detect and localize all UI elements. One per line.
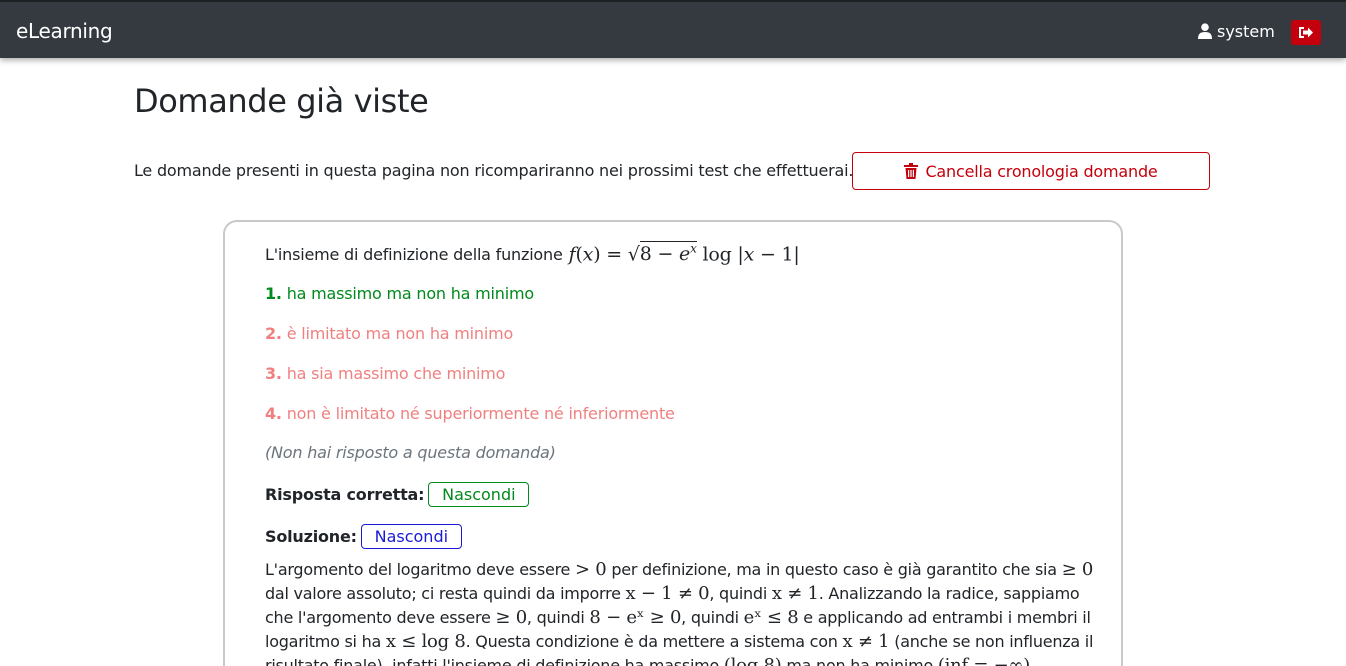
solution-label: Soluzione: [265,527,357,546]
solution-text: L'argomento del logaritmo deve essere > … [265,558,1095,666]
user-name: system [1217,21,1275,41]
no-answer-note: (Non hai risposto a questa domanda) [265,443,556,462]
solution-segment: dal valore assoluto; ci resta quindi da … [265,584,621,603]
correct-answer-label: Risposta corretta: [265,485,425,504]
brand-link[interactable]: eLearning [16,19,113,43]
math-expression: 8 − eˣ ≥ 0 [589,607,682,628]
math-expression: x − 1 ≠ 0 [625,583,710,604]
question-text: L'insieme di definizione della funzione … [265,241,800,266]
math-expression: x ≤ log 8 [385,631,466,652]
math-expression: eˣ ≤ 8 [743,607,799,628]
option-number: 1. [265,284,282,303]
logout-button[interactable] [1291,20,1321,45]
answer-option-1: 1. ha massimo ma non ha minimo [265,284,534,303]
math-expression: > 0 [574,559,607,580]
answer-option-4: 4. non è limitato né superiormente né in… [265,404,675,423]
clear-history-button[interactable]: Cancella cronologia domande [852,152,1210,190]
trash-icon [904,163,919,179]
solution-segment: , quindi [526,608,585,627]
solution-segment: L'argomento del logaritmo deve essere [265,560,571,579]
solution-row: Soluzione: Nascondi [265,524,462,549]
answer-option-3: 3. ha sia massimo che minimo [265,364,505,383]
solution-segment: per definizione, ma in questo caso è già… [611,560,1057,579]
math-expression: x ≠ 1 [771,583,819,604]
correct-answer-row: Risposta corretta: Nascondi [265,482,530,507]
math-expression: (inf = −∞). [937,655,1036,666]
math-expression: x ≠ 1 [842,631,890,652]
user-menu[interactable]: system [1198,21,1275,41]
solution-segment: ma non ha minimo [786,656,933,666]
solution-segment: . Questa condizione è da mettere a siste… [465,632,838,651]
option-number: 4. [265,404,282,423]
page-title: Domande già viste [134,82,429,120]
user-icon [1198,23,1212,39]
option-text: è limitato ma non ha minimo [286,324,514,343]
hide-solution-button[interactable]: Nascondi [360,524,462,549]
question-prompt: L'insieme di definizione della funzione [265,245,563,265]
question-card: L'insieme di definizione della funzione … [223,220,1123,666]
top-navbar: eLearning system [0,0,1346,58]
math-expression: (log 8) [723,655,782,666]
intro-text: Le domande presenti in questa pagina non… [134,161,854,180]
hide-correct-answer-button[interactable]: Nascondi [428,482,530,507]
option-text: ha sia massimo che minimo [286,364,506,383]
math-expression: ≥ 0 [1061,559,1094,580]
sign-out-icon [1299,27,1313,38]
option-text: ha massimo ma non ha minimo [286,284,534,303]
solution-segment: , quindi [709,584,768,603]
question-formula: f(x) = √8 − ex log |x − 1| [568,241,800,266]
clear-history-label: Cancella cronologia domande [925,161,1158,181]
option-text: non è limitato né superiormente né infer… [286,404,675,423]
solution-segment: , quindi [681,608,739,627]
option-number: 3. [265,364,282,383]
math-expression: ≥ 0 [495,607,527,628]
answer-option-2: 2. è limitato ma non ha minimo [265,324,513,343]
option-number: 2. [265,324,282,343]
